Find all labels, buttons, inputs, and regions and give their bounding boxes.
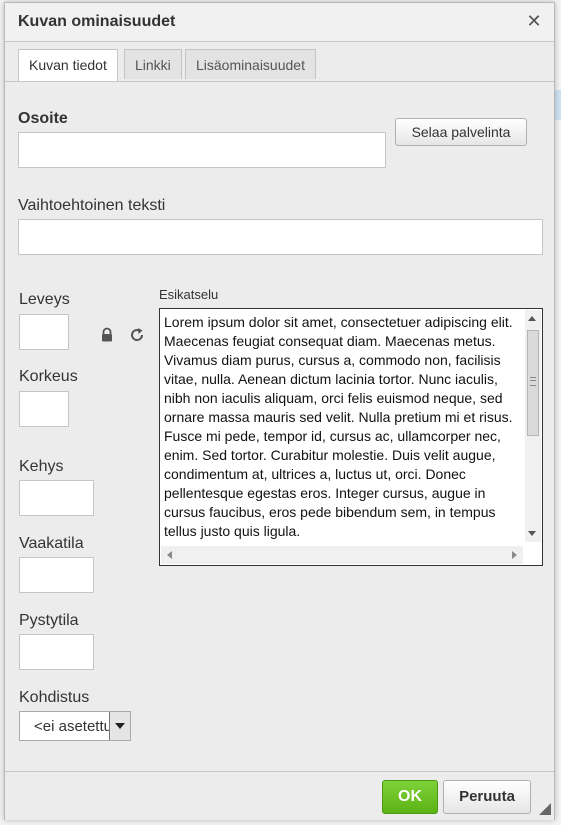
dialog-titlebar[interactable]: Kuvan ominaisuudet ✕: [5, 3, 554, 42]
vspace-input[interactable]: [19, 634, 94, 670]
url-label: Osoite: [18, 110, 68, 127]
preview-text: Lorem ipsum dolor sit amet, consectetuer…: [164, 314, 513, 539]
height-input[interactable]: [19, 391, 69, 427]
height-label: Korkeus: [19, 368, 78, 385]
preview-vertical-scrollbar[interactable]: [525, 310, 541, 542]
preview-label: Esikatselu: [159, 287, 219, 302]
width-label: Leveys: [19, 291, 70, 308]
tab-advanced[interactable]: Lisäominaisuudet: [185, 49, 316, 79]
url-input[interactable]: [18, 132, 386, 168]
close-icon[interactable]: ✕: [524, 11, 544, 31]
reset-size-icon[interactable]: [129, 327, 145, 343]
alt-text-label: Vaihtoehtoinen teksti: [18, 197, 166, 214]
hspace-label: Vaakatila: [19, 535, 84, 552]
scroll-down-icon[interactable]: [528, 531, 536, 536]
preview-pane: Lorem ipsum dolor sit amet, consectetuer…: [159, 308, 543, 566]
alt-text-input[interactable]: [18, 219, 543, 255]
scrollbar-thumb[interactable]: [527, 330, 539, 436]
scroll-left-icon[interactable]: [167, 551, 172, 559]
cancel-button[interactable]: Peruuta: [443, 780, 531, 814]
lock-icon[interactable]: [99, 327, 115, 343]
tab-image-info[interactable]: Kuvan tiedot: [18, 49, 118, 81]
width-input[interactable]: [19, 314, 69, 350]
dialog-title: Kuvan ominaisuudet: [18, 13, 176, 30]
scroll-right-icon[interactable]: [512, 551, 517, 559]
border-label: Kehys: [19, 458, 64, 475]
border-input[interactable]: [19, 480, 94, 516]
preview-horizontal-scrollbar[interactable]: [161, 546, 523, 564]
align-select[interactable]: <ei asetettu>: [19, 711, 131, 741]
tab-link[interactable]: Linkki: [124, 49, 182, 79]
vspace-label: Pystytila: [19, 612, 79, 629]
resize-handle-icon[interactable]: [539, 803, 551, 815]
hspace-input[interactable]: [19, 557, 94, 593]
align-select-value: <ei asetettu>: [34, 718, 110, 735]
ok-button[interactable]: OK: [382, 780, 438, 814]
scroll-up-icon[interactable]: [528, 316, 536, 321]
chevron-down-icon[interactable]: [109, 712, 130, 740]
browse-server-button[interactable]: Selaa palvelinta: [395, 118, 527, 146]
align-label: Kohdistus: [19, 689, 90, 706]
background-accent: [555, 90, 561, 120]
tab-bar: Kuvan tiedot Linkki Lisäominaisuudet: [5, 41, 554, 82]
